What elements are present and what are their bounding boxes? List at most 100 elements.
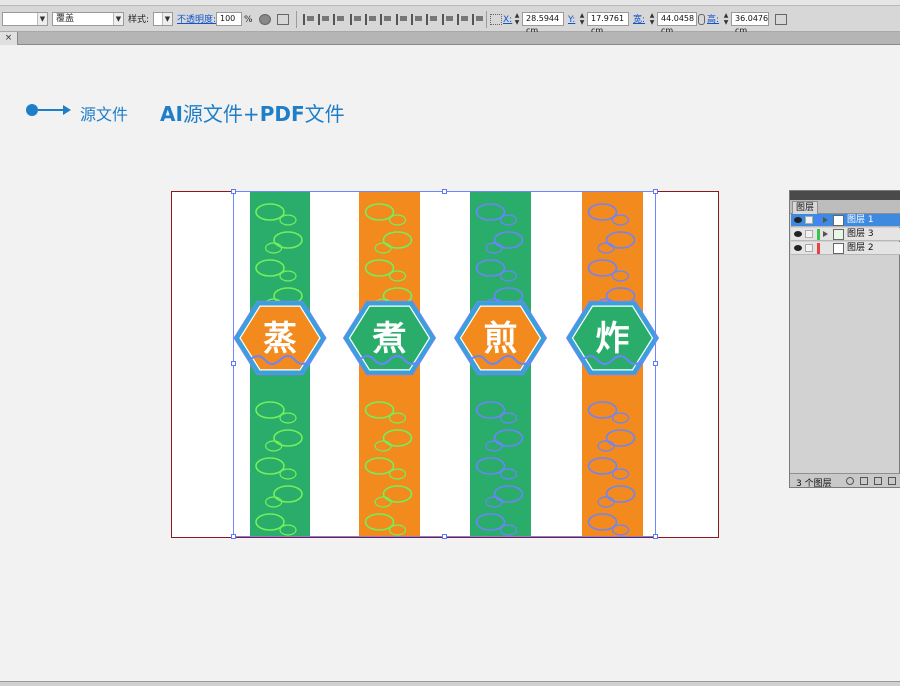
selection-handle[interactable] <box>231 534 236 539</box>
align-top-icon[interactable] <box>350 14 362 25</box>
food-motif <box>611 524 630 536</box>
y-spinner[interactable]: ▲ ▼ <box>578 12 586 26</box>
graphic-style-picker[interactable]: ▼ <box>153 12 173 26</box>
layer-row-3[interactable]: 图层 3 <box>791 228 900 241</box>
food-motif <box>499 468 518 480</box>
tab-layers[interactable]: 图层 <box>792 201 819 214</box>
selection-handle[interactable] <box>653 189 658 194</box>
panel-footer: 3 个图层 <box>790 473 900 489</box>
food-motif <box>475 513 506 531</box>
reference-point-icon[interactable] <box>490 14 502 25</box>
align-to-icon[interactable] <box>277 14 289 25</box>
layer-color-swatch <box>817 215 820 226</box>
food-motif <box>587 259 618 277</box>
opacity-percent: % <box>244 15 253 25</box>
food-motif <box>364 259 395 277</box>
opacity-label[interactable]: 不透明度: <box>177 15 216 25</box>
link-icon[interactable] <box>698 14 705 25</box>
make-clipping-mask-icon[interactable] <box>860 477 868 485</box>
food-motif <box>364 513 395 531</box>
expand-triangle-icon[interactable] <box>823 217 828 223</box>
expand-triangle-icon[interactable] <box>823 231 828 237</box>
height-input[interactable]: 36.0476 cm <box>731 12 769 35</box>
food-motif <box>597 496 615 508</box>
eye-icon[interactable] <box>794 245 802 251</box>
y-input[interactable]: 17.9761 cm <box>587 12 629 35</box>
food-motif <box>374 496 392 508</box>
layer-name[interactable]: 图层 1 <box>847 215 874 226</box>
lock-toggle-icon[interactable] <box>805 230 813 238</box>
food-motif <box>255 401 285 419</box>
selection-handle[interactable] <box>653 534 658 539</box>
transform-options-icon[interactable] <box>775 14 787 25</box>
eye-icon[interactable] <box>794 231 802 237</box>
lock-toggle-icon[interactable] <box>805 244 813 252</box>
selection-handle[interactable] <box>442 189 447 194</box>
food-motif <box>382 429 413 447</box>
distribute-right-icon[interactable] <box>472 14 484 25</box>
layer-name[interactable]: 图层 3 <box>847 229 874 240</box>
chevron-down-icon: ▼ <box>37 13 47 25</box>
layer-row-2[interactable]: 图层 2 <box>791 242 900 255</box>
distribute-hcenter-icon[interactable] <box>457 14 469 25</box>
food-motif <box>485 496 503 508</box>
food-motif <box>388 214 407 226</box>
x-label[interactable]: X: <box>503 15 512 25</box>
selection-handle[interactable] <box>231 361 236 366</box>
layer-name[interactable]: 图层 2 <box>847 243 874 254</box>
distribute-vcenter-icon[interactable] <box>411 14 423 25</box>
separator <box>296 11 297 28</box>
distribute-top-icon[interactable] <box>396 14 408 25</box>
selection-handle[interactable] <box>231 189 236 194</box>
food-motif <box>382 231 413 249</box>
bullet-dot <box>26 104 38 116</box>
food-motif <box>611 214 630 226</box>
width-input[interactable]: 44.0458 cm <box>657 12 697 35</box>
width-spinner[interactable]: ▲ ▼ <box>648 12 656 26</box>
arrow-head-icon <box>63 105 71 115</box>
close-icon[interactable]: × <box>0 32 18 45</box>
food-motif <box>493 429 524 447</box>
lock-toggle-icon[interactable] <box>805 216 813 224</box>
chevron-down-icon: ▼ <box>113 13 123 25</box>
stroke-weight-combo[interactable]: ▼ <box>2 12 48 26</box>
food-motif <box>611 468 630 480</box>
height-label[interactable]: 高: <box>707 15 719 25</box>
x-input[interactable]: 28.5944 cm <box>522 12 564 35</box>
align-right-icon[interactable] <box>333 14 345 25</box>
selection-handle[interactable] <box>653 361 658 366</box>
food-motif <box>255 203 285 221</box>
desc-mid-text: 源文件+ <box>182 102 260 126</box>
food-motif <box>597 242 615 254</box>
width-label[interactable]: 宽: <box>633 15 645 25</box>
artboard[interactable]: 蒸煮煎炸 <box>171 191 719 538</box>
panel-title-bar[interactable] <box>790 191 900 200</box>
distribute-bottom-icon[interactable] <box>426 14 438 25</box>
selection-handle[interactable] <box>442 534 447 539</box>
food-motif <box>264 440 283 452</box>
align-left-icon[interactable] <box>303 14 315 25</box>
food-motif <box>388 468 407 480</box>
eye-icon[interactable] <box>794 217 802 223</box>
blend-mode-select[interactable]: 覆盖 ▼ <box>52 12 124 26</box>
artwork-svg: 蒸煮煎炸 <box>233 203 660 536</box>
align-vcenter-icon[interactable] <box>365 14 377 25</box>
height-spinner[interactable]: ▲ ▼ <box>722 12 730 26</box>
align-bottom-icon[interactable] <box>380 14 392 25</box>
new-sublayer-icon[interactable] <box>874 477 882 485</box>
distribute-left-icon[interactable] <box>442 14 454 25</box>
delete-layer-icon[interactable] <box>888 477 896 485</box>
layer-color-swatch <box>817 243 820 254</box>
food-motif <box>605 231 636 249</box>
recolor-icon[interactable] <box>259 14 271 25</box>
align-hcenter-icon[interactable] <box>318 14 330 25</box>
locate-object-icon[interactable] <box>846 477 854 485</box>
layer-thumbnail <box>833 229 844 240</box>
blend-mode-value: 覆盖 <box>56 14 75 24</box>
x-spinner[interactable]: ▲ ▼ <box>513 12 521 26</box>
layer-row-1[interactable]: 图层 1 <box>791 214 900 227</box>
food-motif <box>499 412 518 424</box>
opacity-input[interactable]: 100 <box>216 12 242 26</box>
y-label[interactable]: Y: <box>568 15 575 25</box>
food-motif <box>597 440 615 452</box>
